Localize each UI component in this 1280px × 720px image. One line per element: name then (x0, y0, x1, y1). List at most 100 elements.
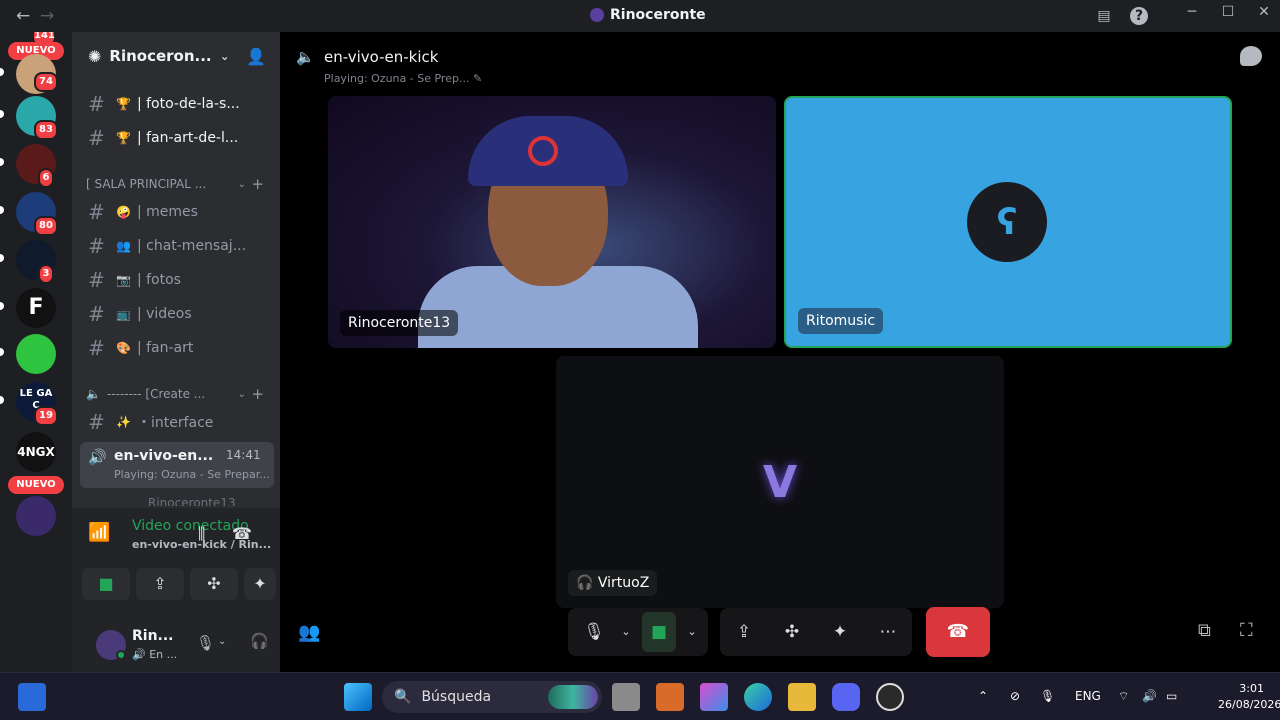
channel-item[interactable]: # 👥 | chat-mensaj... (80, 230, 274, 262)
hash-icon: # (88, 410, 105, 434)
hash-icon: # (88, 92, 105, 116)
active-voice-channel[interactable]: 🔊 en-vivo-en... 14:41 Playing: Ozuna - S… (80, 442, 274, 488)
microphone-icon[interactable]: 🎙 (196, 634, 215, 652)
headphones-icon[interactable]: 🎧 (250, 632, 269, 650)
screen-share-button[interactable]: ⇪ (136, 568, 184, 600)
hash-icon: # (88, 126, 105, 150)
chevron-down-icon: ⌄ (237, 388, 246, 400)
edit-pencil-icon[interactable]: ✎ (473, 72, 482, 85)
chevron-down-icon[interactable]: ⌄ (218, 636, 226, 647)
microphone-button[interactable]: 🎙 (576, 608, 612, 656)
ritomusic-logo-icon: ʕ (996, 201, 1018, 243)
server-icon[interactable] (16, 496, 56, 536)
server-icon[interactable]: 4NGX (16, 432, 56, 472)
participant-name-label: 🎧 VirtuoZ (568, 570, 658, 596)
server-badge-icon: ✺ (88, 46, 102, 66)
voice-member[interactable]: Rinoceronte13 (148, 496, 236, 506)
more-options-button[interactable]: ⋯ (870, 608, 906, 656)
file-explorer-icon[interactable] (788, 683, 816, 711)
chat-bubble-icon[interactable] (1240, 46, 1262, 66)
system-clock[interactable]: 3:01 26/08/2026 (1218, 681, 1280, 713)
voice-connection-panel: 📶 Video conectado en-vivo-en-kick / Rin.… (72, 508, 317, 672)
unread-pill (0, 302, 4, 310)
obs-icon[interactable] (876, 683, 904, 711)
wifi-icon[interactable]: ⌔ (1118, 689, 1129, 704)
minimize-button[interactable]: ─ (1174, 4, 1210, 20)
microphone-icon[interactable]: 🎙 (1040, 689, 1055, 703)
channel-item[interactable]: # 🏆 | fan-art-de-l... (80, 122, 274, 154)
invite-to-call-icon[interactable]: 👥 (298, 622, 320, 643)
window-title-text: Rinoceronte (610, 7, 706, 23)
language-indicator[interactable]: ENG (1075, 689, 1101, 703)
server-badge: 3 (38, 264, 54, 284)
chevron-down-icon[interactable]: ⌄ (608, 608, 644, 656)
help-icon[interactable]: ? (1130, 7, 1148, 25)
popout-icon[interactable]: ⧉ (1198, 620, 1211, 641)
voice-channel-title: en-vivo-en-kick (324, 48, 439, 66)
disconnect-button[interactable]: ☎ (926, 607, 990, 657)
category-header[interactable]: 🔈 -------- [Create ... ⌄ + (86, 382, 276, 406)
screen-share-button[interactable]: ⇪ (726, 608, 762, 656)
close-button[interactable]: ✕ (1246, 4, 1280, 20)
volume-icon[interactable]: 🔊 (1142, 689, 1157, 703)
disconnect-icon[interactable]: ☎ (232, 524, 252, 543)
soundboard-button[interactable]: ✦ (822, 608, 858, 656)
edge-browser-icon[interactable] (744, 683, 772, 711)
mic-camera-controls: 🎙 ⌄ ■ ⌄ (568, 608, 708, 656)
task-view-icon[interactable] (612, 683, 640, 711)
channel-item[interactable]: # 📺 | videos (80, 298, 274, 330)
clock-date: 26/08/2026 (1218, 698, 1280, 711)
channel-name: | foto-de-la-s... (136, 96, 240, 112)
video-tile-virtuoz[interactable]: V 🎧 VirtuoZ (556, 356, 1004, 608)
channel-emoji: 📷 (116, 273, 131, 287)
taskbar-search[interactable]: 🔍 Búsqueda (382, 681, 602, 713)
channel-name: | fotos (136, 272, 181, 288)
chevron-down-icon[interactable]: ⌄ (220, 49, 230, 63)
activity-text: Playing: Ozuna - Se Prep... (324, 72, 470, 85)
unread-pill (0, 254, 4, 262)
category-header[interactable]: [ SALA PRINCIPAL ... ⌄ + (86, 172, 276, 196)
camera-button[interactable]: ■ (642, 612, 676, 652)
forward-arrow-icon[interactable]: → (40, 6, 54, 26)
video-tile-rinoceronte13[interactable]: Rinoceronte13 (328, 96, 776, 348)
store-icon[interactable] (656, 683, 684, 711)
soundboard-button[interactable]: ✦ (244, 568, 276, 600)
maximize-button[interactable]: ☐ (1210, 4, 1246, 20)
invite-people-icon[interactable]: 👤 (246, 47, 266, 66)
unread-pill (0, 110, 4, 118)
noise-suppression-icon[interactable]: ⫼ (198, 524, 205, 544)
server-header[interactable]: ✺ Rinoceron... ⌄ 👤 (72, 32, 280, 80)
channel-item[interactable]: # 📷 | fotos (80, 264, 274, 296)
widgets-icon[interactable] (18, 683, 46, 711)
copilot-icon[interactable] (700, 683, 728, 711)
unread-pill (0, 206, 4, 214)
signal-icon[interactable]: 📶 (88, 522, 110, 543)
fullscreen-icon[interactable]: ⛶ (1240, 620, 1253, 641)
network-disabled-icon[interactable]: ⊘ (1010, 689, 1020, 703)
add-channel-icon[interactable]: + (251, 385, 264, 403)
search-placeholder: Búsqueda (421, 689, 492, 705)
hash-icon: # (88, 268, 105, 292)
chevron-up-icon[interactable]: ⌃ (978, 689, 988, 703)
back-arrow-icon[interactable]: ← (16, 6, 30, 26)
video-tile-ritomusic[interactable]: ʕ Ritomusic (784, 96, 1232, 348)
activities-button[interactable]: ✣ (774, 608, 810, 656)
camera-button[interactable]: ■ (82, 568, 130, 600)
server-icon[interactable] (16, 334, 56, 374)
channel-item[interactable]: # 🏆 | foto-de-la-s... (80, 88, 274, 120)
chevron-down-icon[interactable]: ⌄ (674, 608, 710, 656)
channel-item[interactable]: # 🤪 | memes (80, 196, 274, 228)
activities-button[interactable]: ✣ (190, 568, 238, 600)
channel-name: ・interface (136, 415, 214, 431)
start-menu-icon[interactable] (344, 683, 372, 711)
user-panel: Rin... 🔊 En ... 🎙 ⌄ 🎧 ⚙ (72, 620, 317, 672)
battery-icon[interactable]: ▭ (1166, 689, 1177, 703)
discord-icon[interactable] (832, 683, 860, 711)
channel-item[interactable]: # 🎨 | fan-art (80, 332, 274, 364)
online-status-indicator (116, 650, 126, 660)
speaker-icon: 🔊 (132, 648, 146, 661)
server-icon[interactable]: F (16, 288, 56, 328)
add-channel-icon[interactable]: + (251, 175, 264, 193)
channel-item[interactable]: # ✨ ・interface (80, 406, 274, 438)
inbox-icon[interactable]: ▤ (1094, 6, 1114, 26)
